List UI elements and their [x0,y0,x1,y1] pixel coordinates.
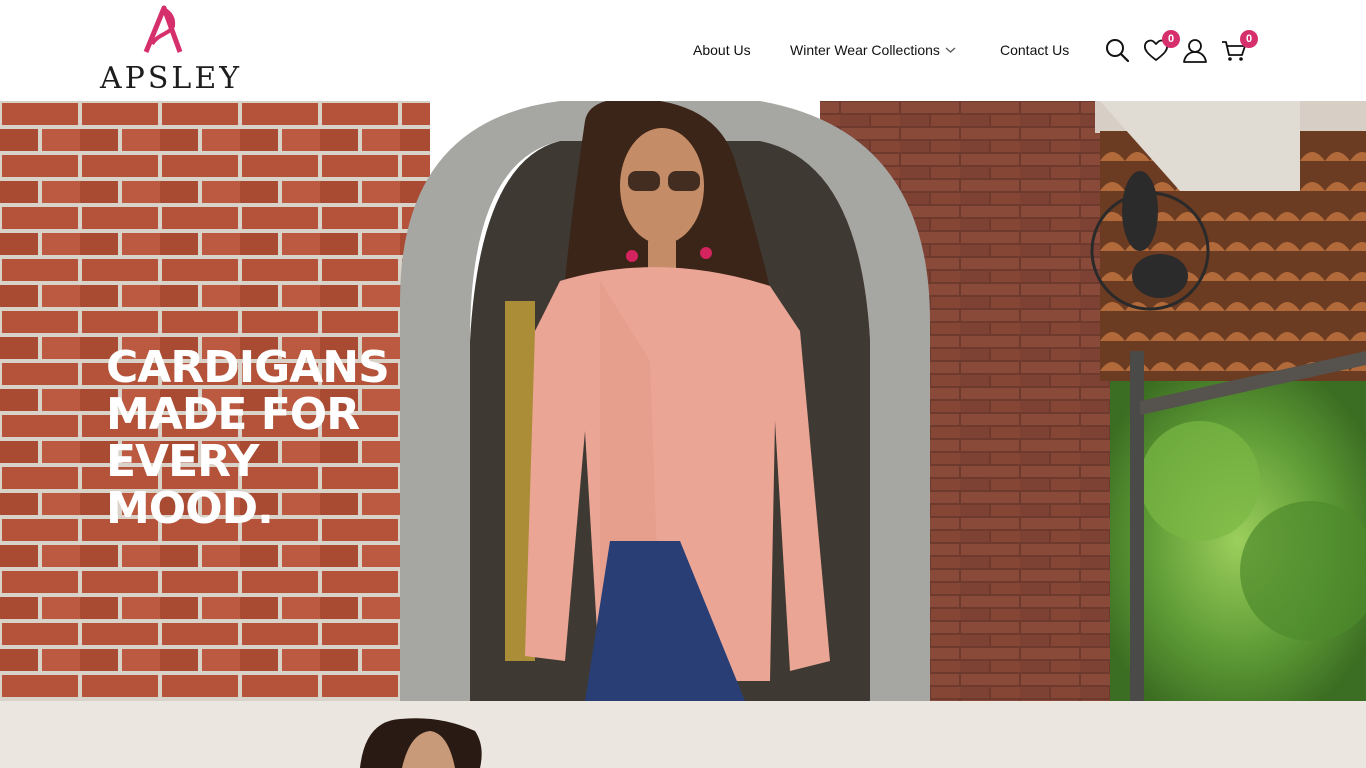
hero-headline-line-3: EVERY [106,436,260,487]
logo-a-icon [143,5,183,53]
nav-winter-wear-collections[interactable]: Winter Wear Collections [790,40,956,60]
hero-banner[interactable]: CARDIGANS MADE FOR EVERY MOOD. [0,101,1366,701]
search-icon [1106,39,1130,63]
search-button[interactable] [1103,36,1131,64]
chevron-down-icon [945,47,956,53]
nav-winter-wear-label: Winter Wear Collections [790,42,940,58]
wishlist-button[interactable]: 0 [1142,30,1180,64]
next-section [0,701,1366,768]
user-icon [1183,39,1207,63]
brand-logo[interactable]: APSLEY [96,4,239,98]
cart-button[interactable]: 0 [1220,30,1258,64]
account-button[interactable] [1181,36,1209,64]
hero-headline-line-1: CARDIGANS [106,342,390,393]
nav-about-us[interactable]: About Us [693,40,751,60]
site-header: APSLEY About Us Winter Wear Collections … [0,0,1366,101]
hero-headline: CARDIGANS MADE FOR EVERY MOOD. [106,344,426,532]
model-portrait-image [360,718,482,768]
brand-name: APSLEY [100,61,243,96]
nav-contact-us[interactable]: Contact Us [1000,40,1069,60]
cart-count-badge: 0 [1240,30,1258,48]
hero-headline-line-4: MOOD. [106,483,274,534]
wishlist-count-badge: 0 [1162,30,1180,48]
hero-headline-line-2: MADE FOR [106,389,360,440]
